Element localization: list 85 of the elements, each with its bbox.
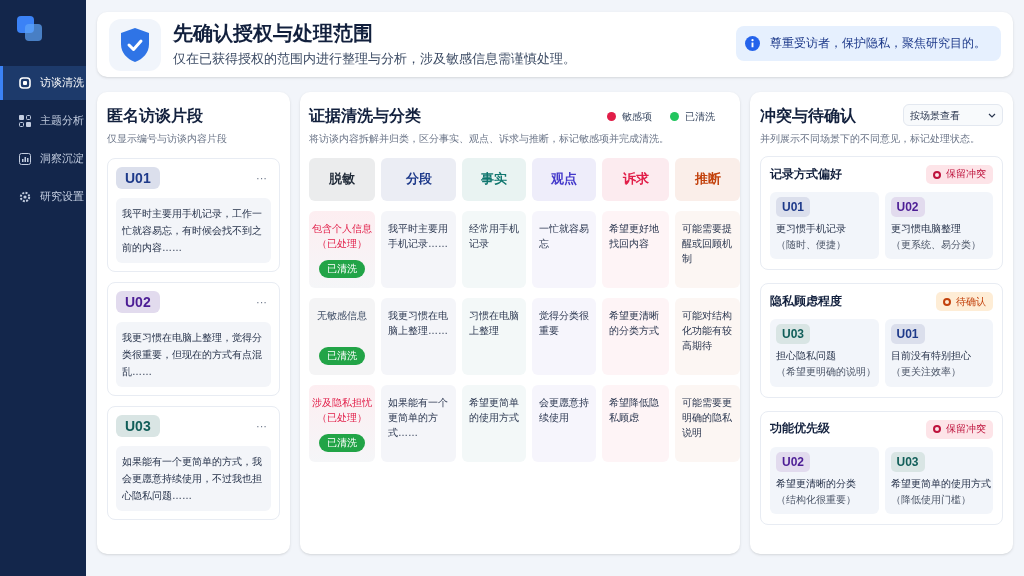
- participant-tag: U01: [776, 197, 810, 217]
- chart-icon: [19, 153, 31, 165]
- cleaned-badge: 已清洗: [319, 434, 365, 452]
- column-header: 事实: [462, 158, 526, 201]
- participant-tag: U02: [116, 291, 160, 313]
- column-header: 脱敏: [309, 158, 375, 201]
- opinion-text: 希望更清晰的分类: [776, 476, 856, 491]
- table-cell: 我平时主要用手机记录……: [381, 211, 456, 288]
- table-cell: 希望更好地找回内容: [602, 211, 669, 288]
- topic-title: 记录方式偏好: [770, 166, 842, 182]
- snippet-text: 我更习惯在电脑上整理，觉得分类很重要，但现在的方式有点混乱……: [116, 322, 271, 387]
- page-title: 先确认授权与处理范围: [173, 20, 374, 46]
- sensitivity-label: 涉及隐私担忧: [312, 396, 372, 410]
- logo-icon: [17, 16, 43, 42]
- cleaned-badge: 已清洗: [319, 347, 365, 365]
- column-header: 诉求: [602, 158, 669, 201]
- page-subtitle: 仅在已获得授权的范围内进行整理与分析，涉及敏感信息需谨慎处理。: [173, 50, 577, 68]
- more-button[interactable]: ···: [256, 169, 271, 187]
- column-header: 推断: [675, 158, 740, 201]
- status-badge: 保留冲突: [926, 165, 993, 184]
- opinion-note: （降低使用门槛）: [890, 492, 971, 507]
- sensitivity-note: （已处理）: [317, 411, 367, 425]
- participant-tag: U03: [116, 415, 160, 437]
- snippet-text: 我平时主要用手机记录，工作一忙就容易忘，有时候会找不到之前的内容……: [116, 198, 271, 263]
- sensitivity-label: 包含个人信息: [312, 222, 372, 236]
- opinion-note: （更系统、易分类）: [890, 238, 981, 252]
- opinion-note: （随时、便捷）: [776, 238, 846, 252]
- panel-subtitle: 将访谈内容拆解并归类，区分事实、观点、诉求与推断，标记敏感项并完成清洗。: [309, 132, 670, 146]
- settings-icon: [19, 191, 31, 203]
- panel-subtitle: 并列展示不同场景下的不同意见，标记处理状态。: [760, 132, 981, 146]
- table-cell: 可能需要更明确的隐私说明: [675, 385, 740, 462]
- table-cell: 可能对结构化功能有较高期待: [675, 298, 740, 375]
- sensitivity-label: 无敏感信息: [317, 309, 367, 323]
- table-cell: 经常用手机记录: [462, 211, 526, 288]
- opinion-text: 更习惯手机记录: [776, 222, 846, 236]
- legend-label: 敏感项: [622, 109, 652, 124]
- notice-text: 尊重受访者，保护隐私，聚焦研究目的。: [770, 35, 987, 51]
- opinion-text: 目前没有特别担心: [890, 349, 971, 364]
- grid-icon: [19, 115, 31, 127]
- opinion-note: （更关注效率）: [890, 365, 961, 380]
- table-cell: 一忙就容易忘: [532, 211, 596, 288]
- table-cell: 我更习惯在电脑上整理……: [381, 298, 456, 375]
- column-header: 分段: [381, 158, 456, 201]
- shield-check-icon: [119, 26, 151, 63]
- snippet-text: 如果能有一个更简单的方式，我会更愿意持续使用，不过我也担心隐私问题……: [116, 446, 271, 511]
- sidebar-item[interactable]: 访谈清洗: [0, 66, 86, 100]
- status-badge: 保留冲突: [926, 419, 993, 439]
- more-button[interactable]: ···: [256, 293, 271, 311]
- chevron-down-icon: [988, 112, 996, 118]
- table-cell: 习惯在电脑上整理: [462, 298, 526, 375]
- sidebar-item[interactable]: 主题分析: [0, 104, 86, 138]
- topic-title: 功能优先级: [770, 421, 830, 437]
- legend-label: 已清洗: [685, 109, 715, 124]
- table-cell: 会更愿意持续使用: [532, 385, 596, 462]
- table-cell: 希望更简单的使用方式: [462, 385, 526, 462]
- sidebar-item[interactable]: 研究设置: [0, 180, 86, 214]
- table-cell: 可能需要提醒或回顾机制: [675, 211, 740, 288]
- sidebar-item[interactable]: 洞察沉淀: [0, 142, 86, 176]
- table-cell: 希望降低隐私顾虑: [602, 385, 669, 462]
- participant-tag: U01: [890, 324, 925, 345]
- table-cell: 觉得分类很重要: [532, 298, 596, 375]
- participant-tag: U02: [776, 451, 810, 472]
- opinion-note: （结构化很重要）: [776, 492, 856, 507]
- info-icon: [745, 36, 760, 51]
- cleaned-badge: 已清洗: [319, 260, 365, 278]
- opinion-text: 希望更简单的使用方式: [890, 476, 991, 491]
- opinion-text: 担心隐私问题: [776, 349, 836, 364]
- sensitivity-note: （已处理）: [317, 237, 367, 251]
- opinion-text: 更习惯电脑整理: [890, 222, 961, 236]
- panel-title: 证据清洗与分类: [309, 106, 422, 126]
- panel-title: 匿名访谈片段: [107, 106, 204, 126]
- participant-tag: U02: [890, 197, 925, 217]
- topic-title: 隐私顾虑程度: [770, 293, 842, 310]
- status-badge: 待确认: [936, 292, 993, 312]
- opinion-note: （希望更明确的说明）: [776, 365, 876, 380]
- more-button[interactable]: ···: [256, 417, 271, 435]
- filter-dropdown[interactable]: 按场景查看: [903, 104, 1003, 126]
- column-header: 观点: [532, 158, 596, 201]
- table-cell: 如果能有一个更简单的方式……: [381, 385, 456, 462]
- table-cell: 希望更清晰的分类方式: [602, 298, 669, 375]
- panel-subtitle: 仅显示编号与访谈内容片段: [107, 132, 228, 146]
- panel-title: 冲突与待确认: [760, 106, 857, 126]
- participant-tag: U03: [890, 451, 925, 472]
- participant-tag: U03: [776, 324, 810, 345]
- participant-tag: U01: [116, 167, 160, 189]
